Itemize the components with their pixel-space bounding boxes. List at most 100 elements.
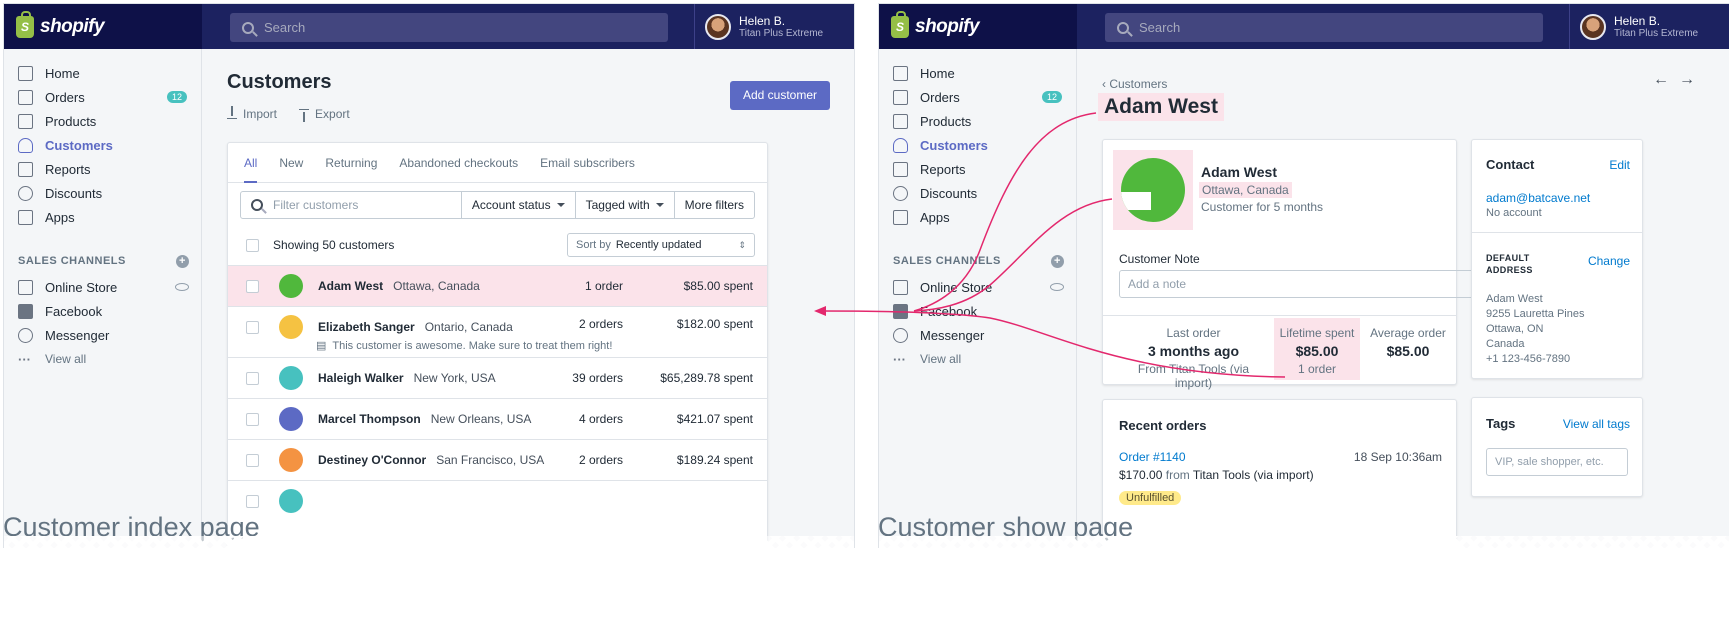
- add-customer-button[interactable]: Add customer: [729, 81, 830, 110]
- nav-item-messenger[interactable]: Messenger: [879, 323, 1076, 347]
- recent-orders-card: Recent orders Order #1140 18 Sep 10:36am…: [1102, 399, 1457, 548]
- change-address-link[interactable]: Change: [1588, 254, 1630, 268]
- customer-avatar: [279, 489, 303, 513]
- facebook-icon: [18, 303, 33, 319]
- store-icon: [893, 279, 908, 295]
- breadcrumb[interactable]: ‹ Customers: [1102, 77, 1167, 91]
- lifetime-spent-label: Lifetime spent: [1279, 326, 1355, 340]
- home-icon: [18, 65, 33, 81]
- tab-abandoned-checkouts[interactable]: Abandoned checkouts: [399, 156, 518, 170]
- tab-all[interactable]: All: [244, 143, 258, 183]
- brand-name: shopify: [40, 15, 105, 37]
- customer-row[interactable]: Elizabeth Sanger Ontario, Canada 2 order…: [228, 306, 767, 357]
- row-checkbox[interactable]: [246, 494, 259, 508]
- customer-avatar: [279, 407, 303, 431]
- edit-contact-link[interactable]: Edit: [1609, 158, 1630, 172]
- row-checkbox[interactable]: [246, 320, 259, 334]
- caret-down-icon: [655, 203, 664, 207]
- nav-item-orders[interactable]: Orders 12: [4, 85, 201, 109]
- nav-item-products[interactable]: Products: [879, 109, 1076, 133]
- tab-email-subscribers[interactable]: Email subscribers: [540, 156, 635, 170]
- nav-item-reports[interactable]: Reports: [879, 157, 1076, 181]
- nav-item-apps[interactable]: Apps: [879, 205, 1076, 229]
- nav-item-facebook[interactable]: Facebook: [879, 299, 1076, 323]
- row-checkbox[interactable]: [246, 412, 259, 426]
- nav-item-home[interactable]: Home: [879, 61, 1076, 85]
- nav-item-view-all[interactable]: ··· View all: [4, 347, 201, 371]
- nav-item-online-store[interactable]: Online Store: [879, 275, 1076, 299]
- customer-email-link[interactable]: adam@batcave.net: [1486, 191, 1590, 205]
- tab-returning[interactable]: Returning: [325, 156, 377, 170]
- customer-name[interactable]: Destiney O'Connor: [318, 453, 426, 467]
- nav-item-reports[interactable]: Reports: [4, 157, 201, 181]
- tab-new[interactable]: New: [279, 156, 303, 170]
- nav-item-online-store[interactable]: Online Store: [4, 275, 201, 299]
- more-filters-button[interactable]: More filters: [673, 192, 754, 218]
- row-checkbox[interactable]: [246, 453, 259, 467]
- nav-item-apps[interactable]: Apps: [4, 205, 201, 229]
- view-all-tags-link[interactable]: View all tags: [1563, 417, 1630, 431]
- search-input[interactable]: Search: [230, 13, 668, 42]
- customer-row[interactable]: Destiney O'Connor San Francisco, USA 2 o…: [228, 439, 767, 480]
- row-checkbox[interactable]: [246, 371, 259, 385]
- account-status-dropdown[interactable]: Account status: [460, 192, 575, 218]
- user-menu[interactable]: Helen B. Titan Plus Extreme: [694, 4, 854, 49]
- nav-item-orders[interactable]: Orders 12: [879, 85, 1076, 109]
- nav-item-messenger[interactable]: Messenger: [4, 323, 201, 347]
- shopify-logo[interactable]: shopify: [879, 4, 1077, 49]
- previous-arrow-icon[interactable]: ←: [1653, 71, 1679, 88]
- next-arrow-icon[interactable]: →: [1679, 71, 1705, 88]
- order-link[interactable]: Order #1140: [1119, 450, 1186, 464]
- nav-item-discounts[interactable]: Discounts: [4, 181, 201, 205]
- nav-item-customers[interactable]: Customers: [4, 133, 201, 157]
- messenger-icon: [893, 327, 908, 343]
- lifetime-order-count: 1 order: [1297, 362, 1337, 376]
- customer-name[interactable]: Haleigh Walker: [318, 371, 404, 385]
- search-input[interactable]: Search: [1105, 13, 1543, 42]
- customer-show-screenshot: shopify Search Helen B. Titan Plus Extre…: [878, 3, 1729, 548]
- nav-label: Facebook: [45, 303, 103, 319]
- customer-note-input[interactable]: Add a note: [1119, 270, 1477, 298]
- filter-customers-input[interactable]: Filter customers: [241, 192, 461, 218]
- average-order-stat: Average order $85.00: [1365, 326, 1451, 362]
- add-channel-plus-icon[interactable]: +: [1051, 255, 1064, 268]
- user-menu[interactable]: Helen B. Titan Plus Extreme: [1569, 4, 1729, 49]
- store-name: Titan Plus Extreme: [1614, 27, 1699, 39]
- user-name: Helen B.: [1614, 13, 1661, 28]
- row-checkbox[interactable]: [246, 279, 259, 293]
- export-button[interactable]: Export: [299, 107, 350, 121]
- user-name: Helen B.: [739, 13, 786, 28]
- select-all-checkbox[interactable]: [246, 238, 259, 252]
- nav-item-products[interactable]: Products: [4, 109, 201, 133]
- import-label: Import: [243, 107, 278, 121]
- import-button[interactable]: Import: [227, 106, 278, 121]
- nav-label: Home: [920, 65, 955, 81]
- customer-orders: 4 orders: [578, 412, 623, 426]
- customer-row[interactable]: Adam West Ottawa, Canada 1 order $85.00 …: [228, 265, 767, 306]
- nav-item-facebook[interactable]: Facebook: [4, 299, 201, 323]
- address-line: Canada: [1486, 338, 1525, 350]
- tags-card: Tags View all tags VIP, sale shopper, et…: [1471, 397, 1643, 497]
- shopify-logo[interactable]: shopify: [4, 4, 202, 49]
- customer-row[interactable]: Marcel Thompson New Orleans, USA 4 order…: [228, 398, 767, 439]
- order-amount: $170.00: [1119, 468, 1163, 482]
- tagged-with-dropdown[interactable]: Tagged with: [574, 192, 674, 218]
- eye-icon[interactable]: [175, 283, 189, 291]
- nav-item-view-all[interactable]: ··· View all: [879, 347, 1076, 371]
- nav-item-home[interactable]: Home: [4, 61, 201, 85]
- customer-name[interactable]: Elizabeth Sanger: [318, 320, 415, 334]
- nav-item-customers[interactable]: Customers: [879, 133, 1076, 157]
- sort-select[interactable]: Sort by Recently updated ⇕: [567, 233, 755, 257]
- sales-channels-label: SALES CHANNELS: [893, 255, 1001, 267]
- customer-orders: 39 orders: [572, 371, 623, 385]
- search-icon: [242, 21, 254, 34]
- customer-name[interactable]: Marcel Thompson: [318, 412, 421, 426]
- customer-row[interactable]: [228, 480, 767, 521]
- eye-icon[interactable]: [1050, 283, 1064, 291]
- tags-input[interactable]: VIP, sale shopper, etc.: [1486, 448, 1628, 476]
- customer-row[interactable]: Haleigh Walker New York, USA 39 orders $…: [228, 357, 767, 398]
- last-order-link[interactable]: Last order: [1121, 326, 1266, 340]
- customer-name[interactable]: Adam West: [318, 279, 383, 293]
- add-channel-plus-icon[interactable]: +: [176, 255, 189, 268]
- nav-item-discounts[interactable]: Discounts: [879, 181, 1076, 205]
